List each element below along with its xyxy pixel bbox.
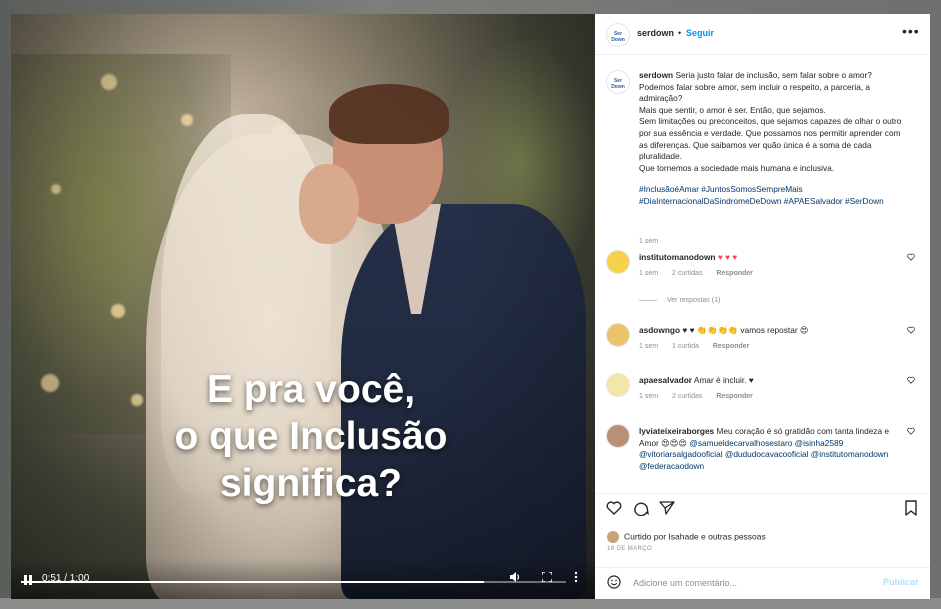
like-comment-icon[interactable] [907,376,915,384]
caption-line: Que tornemos a sociedade mais humana e i… [639,162,835,173]
video-frame [11,14,595,599]
video-more-icon[interactable] [574,571,578,583]
commenter-avatar[interactable] [606,250,630,274]
comment-likes[interactable]: 1 curtida [672,343,699,350]
add-comment-bar: Publicar [595,567,930,600]
video-player[interactable]: E pra você, o que Inclusão significa? 0:… [11,14,595,599]
liker-avatar [607,531,619,543]
comment-body: asdowngo ♥ ♥ 👏👏👏👏 vamos repostar 😍 [639,325,894,337]
save-icon[interactable] [903,500,919,516]
comments-list[interactable]: Ser Down serdown Seria justo falar de in… [595,55,930,493]
comment-text: ♥ ♥ ♥ [717,252,738,262]
comment-icon[interactable] [633,500,649,516]
commenter-username[interactable]: apaesalvador [639,375,692,385]
caption-line: Seria justo falar de inclusão, sem falar… [639,70,872,104]
reply-button[interactable]: Responder [716,393,753,400]
overlay-line: significa? [219,462,403,505]
follow-button[interactable]: Seguir [686,28,714,38]
comment-time: 1 sem [639,270,659,277]
pause-icon[interactable] [23,575,33,585]
comment-body: apaesalvador Amar é incluir. ♥ [639,375,894,387]
comment-likes[interactable]: 2 curtidas [672,270,702,277]
comment-time: 1 sem [639,393,659,400]
comment-text: ♥ ♥ 👏👏👏👏 vamos repostar 😍 [682,325,809,335]
video-overlay-text: E pra você, o que Inclusão significa? [111,366,511,507]
separator-dot: • [678,28,682,38]
post-header: Ser Down serdown • Seguir ••• [595,14,930,55]
commenter-username[interactable]: asdowngo [639,325,680,335]
overlay-line: o que Inclusão [174,415,448,458]
reply-button[interactable]: Responder [713,343,750,350]
like-icon[interactable] [606,500,622,516]
author-avatar[interactable]: Ser Down [606,23,630,47]
video-progress-fill [21,581,485,583]
like-comment-icon[interactable] [907,427,915,435]
video-progress-bar[interactable] [21,581,566,583]
video-controls: 0:51 / 1:00 [11,559,595,599]
comment-time: 1 sem [639,343,659,350]
comment-meta: 1 sem 1 curtida Responder [639,343,761,350]
caption-hashtags[interactable]: #InclusãoéAmar #JuntosSomosSempreMais #D… [639,184,909,207]
commenter-username[interactable]: lyviateixeiraborges [639,426,714,436]
like-comment-icon[interactable] [907,253,915,261]
commenter-avatar[interactable] [606,424,630,448]
view-replies-link[interactable]: Ver respostas (1) [639,297,720,304]
caption-avatar[interactable]: Ser Down [606,70,630,94]
like-comment-icon[interactable] [907,326,915,334]
comment-likes[interactable]: 2 curtidas [672,393,702,400]
comment-text: Amar é incluir. ♥ [693,375,754,385]
reply-button[interactable]: Responder [716,270,753,277]
comment-meta: 1 sem 2 curtidas Responder [639,270,765,277]
commenter-avatar[interactable] [606,373,630,397]
caption-time: 1 sem [639,238,659,245]
caption-line: Sem limitações ou preconceitos, que seja… [639,116,902,162]
comment-body: institutomanodown ♥ ♥ ♥ [639,252,894,264]
comment-input[interactable] [633,576,863,590]
post-panel: Ser Down serdown • Seguir ••• Ser Down s… [595,14,930,599]
commenter-username[interactable]: institutomanodown [639,252,716,262]
overlay-line: E pra você, [206,368,416,411]
post-date: 19 DE MARÇO [607,546,653,552]
more-options-icon[interactable]: ••• [902,23,920,39]
post-actions: Curtido por Isahade e outras pessoas [595,493,930,554]
comment-body: lyviateixeiraborges Meu coração é só gra… [639,426,894,472]
publish-button[interactable]: Publicar [883,577,919,587]
author-username[interactable]: serdown [637,28,674,38]
caption-text: serdown Seria justo falar de inclusão, s… [639,70,909,208]
caption-line: Mais que sentir, o amor é ser. Então, qu… [639,104,826,115]
commenter-avatar[interactable] [606,323,630,347]
caption-author[interactable]: serdown [639,70,673,80]
comment-meta: 1 sem 2 curtidas Responder [639,393,765,400]
emoji-icon[interactable] [607,575,621,589]
share-icon[interactable] [659,500,675,516]
liked-by[interactable]: Curtido por Isahade e outras pessoas [607,531,766,543]
